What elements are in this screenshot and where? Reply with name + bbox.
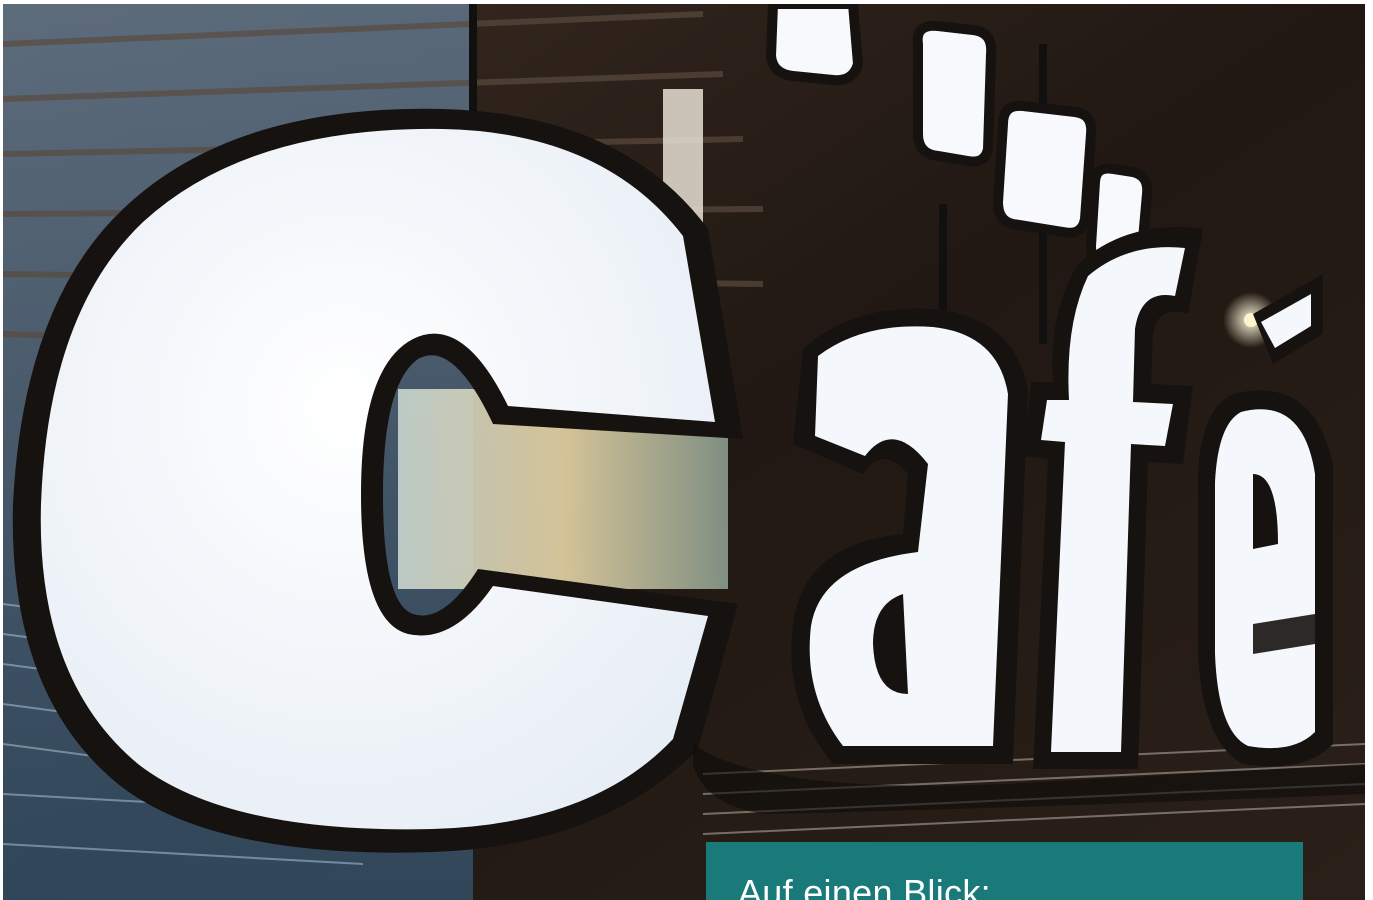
info-box-heading: Auf einen Blick:: [738, 872, 991, 900]
cafe-sign-photo: [3, 4, 1365, 900]
photo-frame: Auf einen Blick:: [3, 4, 1365, 900]
info-box: Auf einen Blick:: [706, 842, 1303, 900]
